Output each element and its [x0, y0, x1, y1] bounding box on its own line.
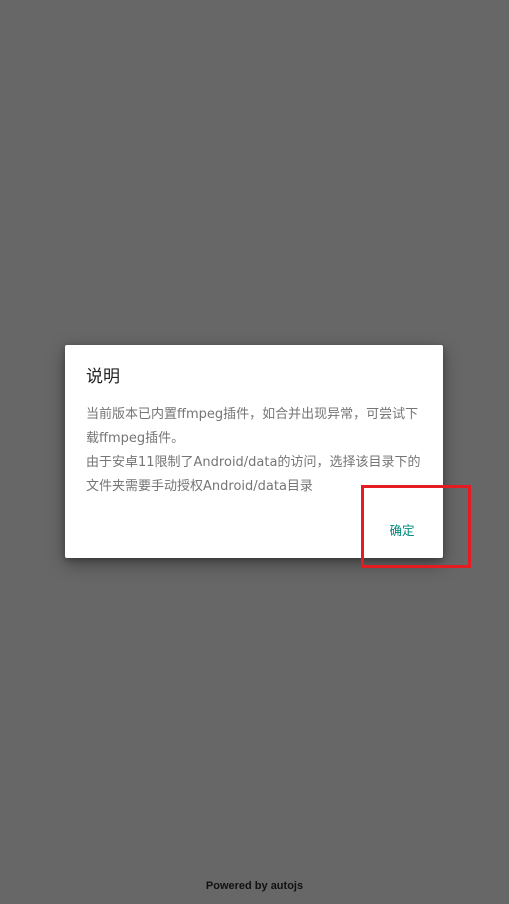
message-line-android-data: 由于安卓11限制了Android/data的访问，选择该目录下的文件夹需要手动授… — [86, 455, 421, 494]
powered-by-footer: Powered by autojs — [205, 880, 304, 892]
dialog-title: 说明 — [86, 367, 120, 387]
message-line-ffmpeg: 当前版本已内置ffmpeg插件，如合并出现异常，可尝试下载ffmpeg插件。 — [86, 407, 419, 446]
dialog-message: 当前版本已内置ffmpeg插件，如合并出现异常，可尝试下载ffmpeg插件。 由… — [86, 403, 424, 499]
info-dialog: 说明 当前版本已内置ffmpeg插件，如合并出现异常，可尝试下载ffmpeg插件… — [65, 345, 443, 558]
confirm-button[interactable]: 确定 — [376, 520, 428, 542]
